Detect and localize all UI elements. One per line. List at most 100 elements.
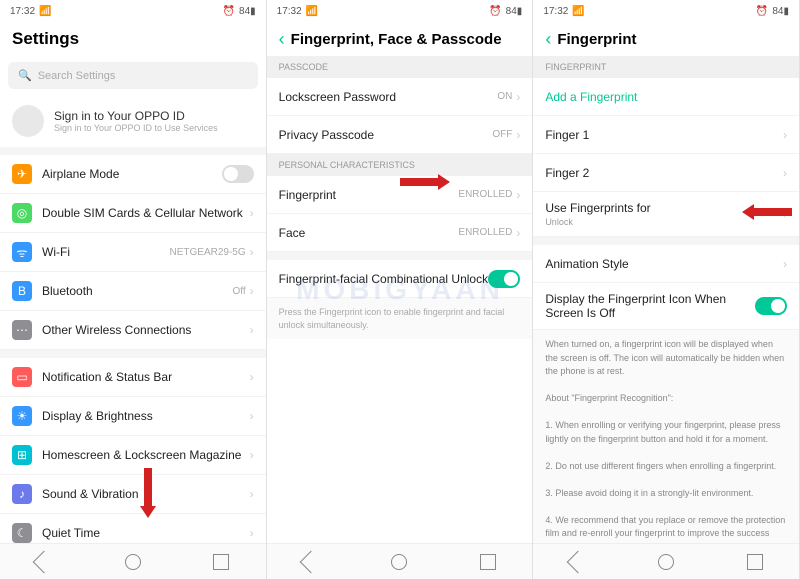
airplane-mode[interactable]: ✈Airplane Mode <box>0 155 266 194</box>
row-label: Display & Brightness <box>42 409 250 423</box>
toggle[interactable] <box>755 297 787 315</box>
homescreen[interactable]: ⊞Homescreen & Lockscreen Magazine› <box>0 436 266 475</box>
account-text: Sign in to Your OPPO IDSign in to Your O… <box>54 109 218 133</box>
status-bar: 17:32 📶 ⏰ 84▮ <box>0 0 266 22</box>
row-value: OFF <box>492 129 512 140</box>
status-bar: 17:32📶⏰84▮ <box>533 0 799 22</box>
search-input[interactable]: 🔍 Search Settings <box>8 62 258 89</box>
gap <box>0 147 266 155</box>
row-value: ON <box>497 91 512 102</box>
page-title: Settings <box>12 29 79 49</box>
alarm-icon: ⏰ <box>489 6 501 17</box>
notification[interactable]: ▭Notification & Status Bar› <box>0 358 266 397</box>
gap <box>0 350 266 358</box>
header: Settings <box>0 22 266 56</box>
other-wireless[interactable]: ⋯ Other Wireless Connections› <box>0 311 266 350</box>
row-value: ENROLLED <box>458 227 512 238</box>
animation-style[interactable]: Animation Style› <box>533 245 799 283</box>
section-header: PASSCODE <box>267 56 533 78</box>
row-value: NETGEAR29-5G <box>170 247 246 258</box>
toggle[interactable] <box>222 165 254 183</box>
battery-icon: 84▮ <box>772 6 789 17</box>
row-label: Quiet Time <box>42 526 250 540</box>
chevron-right-icon: › <box>250 245 254 259</box>
row-label: Fingerprint-facial Combinational Unlock <box>279 272 489 286</box>
chevron-right-icon: › <box>250 409 254 423</box>
alarm-icon: ⏰ <box>223 6 235 17</box>
nav-bar <box>533 543 799 579</box>
nav-bar <box>267 543 533 579</box>
status-bar: 17:32📶⏰84▮ <box>267 0 533 22</box>
oppo-account[interactable]: Sign in to Your OPPO IDSign in to Your O… <box>0 95 266 147</box>
nav-back[interactable] <box>566 550 589 573</box>
row-label: Lockscreen Password <box>279 90 498 104</box>
chevron-right-icon: › <box>783 257 787 271</box>
header: ‹ Fingerprint, Face & Passcode <box>267 22 533 56</box>
face[interactable]: FaceENROLLED› <box>267 214 533 252</box>
page-title: Fingerprint, Face & Passcode <box>291 31 502 48</box>
time: 17:32 <box>543 6 568 17</box>
row-label: Bluetooth <box>42 284 233 298</box>
avatar <box>12 105 44 137</box>
section-header: FINGERPRINT <box>533 56 799 78</box>
content: FINGERPRINTAdd a FingerprintFinger 1›Fin… <box>533 56 799 543</box>
search-icon: 🔍 <box>18 69 32 82</box>
quiet-time[interactable]: ☾Quiet Time› <box>0 514 266 543</box>
back-button[interactable]: ‹ <box>279 29 285 50</box>
signal-icon: 📶 <box>39 6 51 17</box>
row-label: Finger 1 <box>545 128 783 142</box>
section-header: PERSONAL CHARACTERISTICS <box>267 154 533 176</box>
time: 17:32 <box>10 6 35 17</box>
battery-icon: 84▮ <box>239 6 256 17</box>
lockscreen-password[interactable]: Lockscreen PasswordON› <box>267 78 533 116</box>
dual-sim[interactable]: ◎Double SIM Cards & Cellular Network› <box>0 194 266 233</box>
toggle[interactable] <box>488 270 520 288</box>
gap <box>267 252 533 260</box>
screen-0: 17:32 📶 ⏰ 84▮ Settings 🔍 Search Settings Sign i… <box>0 0 267 579</box>
wifi-icon: ᯤ <box>12 242 32 262</box>
nav-recent[interactable] <box>480 554 496 570</box>
gap <box>533 237 799 245</box>
sound[interactable]: ♪Sound & Vibration› <box>0 475 266 514</box>
row-value: Off <box>233 286 246 297</box>
display-icon: ☀ <box>12 406 32 426</box>
finger-1[interactable]: Finger 1› <box>533 116 799 154</box>
alarm-icon: ⏰ <box>756 6 768 17</box>
signal-icon: 📶 <box>306 6 318 17</box>
nav-recent[interactable] <box>213 554 229 570</box>
nav-home[interactable] <box>391 554 407 570</box>
time: 17:32 <box>277 6 302 17</box>
sound-icon: ♪ <box>12 484 32 504</box>
row-label: Airplane Mode <box>42 167 222 181</box>
chevron-right-icon: › <box>250 323 254 337</box>
row-label: Display the Fingerprint Icon When Screen… <box>545 292 755 320</box>
combinational-unlock[interactable]: Fingerprint-facial Combinational Unlock <box>267 260 533 298</box>
annotation-arrow <box>140 468 156 518</box>
other-wireless-icon: ⋯ <box>12 320 32 340</box>
finger-2[interactable]: Finger 2› <box>533 154 799 192</box>
nav-recent[interactable] <box>747 554 763 570</box>
chevron-right-icon: › <box>516 128 520 142</box>
row-label: Other Wireless Connections <box>42 323 250 337</box>
privacy-passcode[interactable]: Privacy PasscodeOFF › <box>267 116 533 154</box>
display-icon-off[interactable]: Display the Fingerprint Icon When Screen… <box>533 283 799 330</box>
back-button[interactable]: ‹ <box>545 29 551 50</box>
wifi[interactable]: ᯤWi-FiNETGEAR29-5G› <box>0 233 266 272</box>
chevron-right-icon: › <box>783 166 787 180</box>
annotation-arrow <box>742 204 792 220</box>
row-value: ENROLLED <box>458 189 512 200</box>
nav-back[interactable] <box>300 550 323 573</box>
nav-back[interactable] <box>33 550 56 573</box>
bluetooth[interactable]: BBluetoothOff› <box>0 272 266 311</box>
row-label: Homescreen & Lockscreen Magazine <box>42 448 250 462</box>
bluetooth-icon: B <box>12 281 32 301</box>
nav-home[interactable] <box>125 554 141 570</box>
add-fingerprint[interactable]: Add a Fingerprint <box>533 78 799 116</box>
display[interactable]: ☀ Display & Brightness› <box>0 397 266 436</box>
page-title: Fingerprint <box>557 31 636 48</box>
dual-sim-icon: ◎ <box>12 203 32 223</box>
search-placeholder: Search Settings <box>38 70 116 82</box>
row-label: Privacy Passcode <box>279 128 493 142</box>
nav-home[interactable] <box>658 554 674 570</box>
annotation-arrow <box>400 174 450 190</box>
